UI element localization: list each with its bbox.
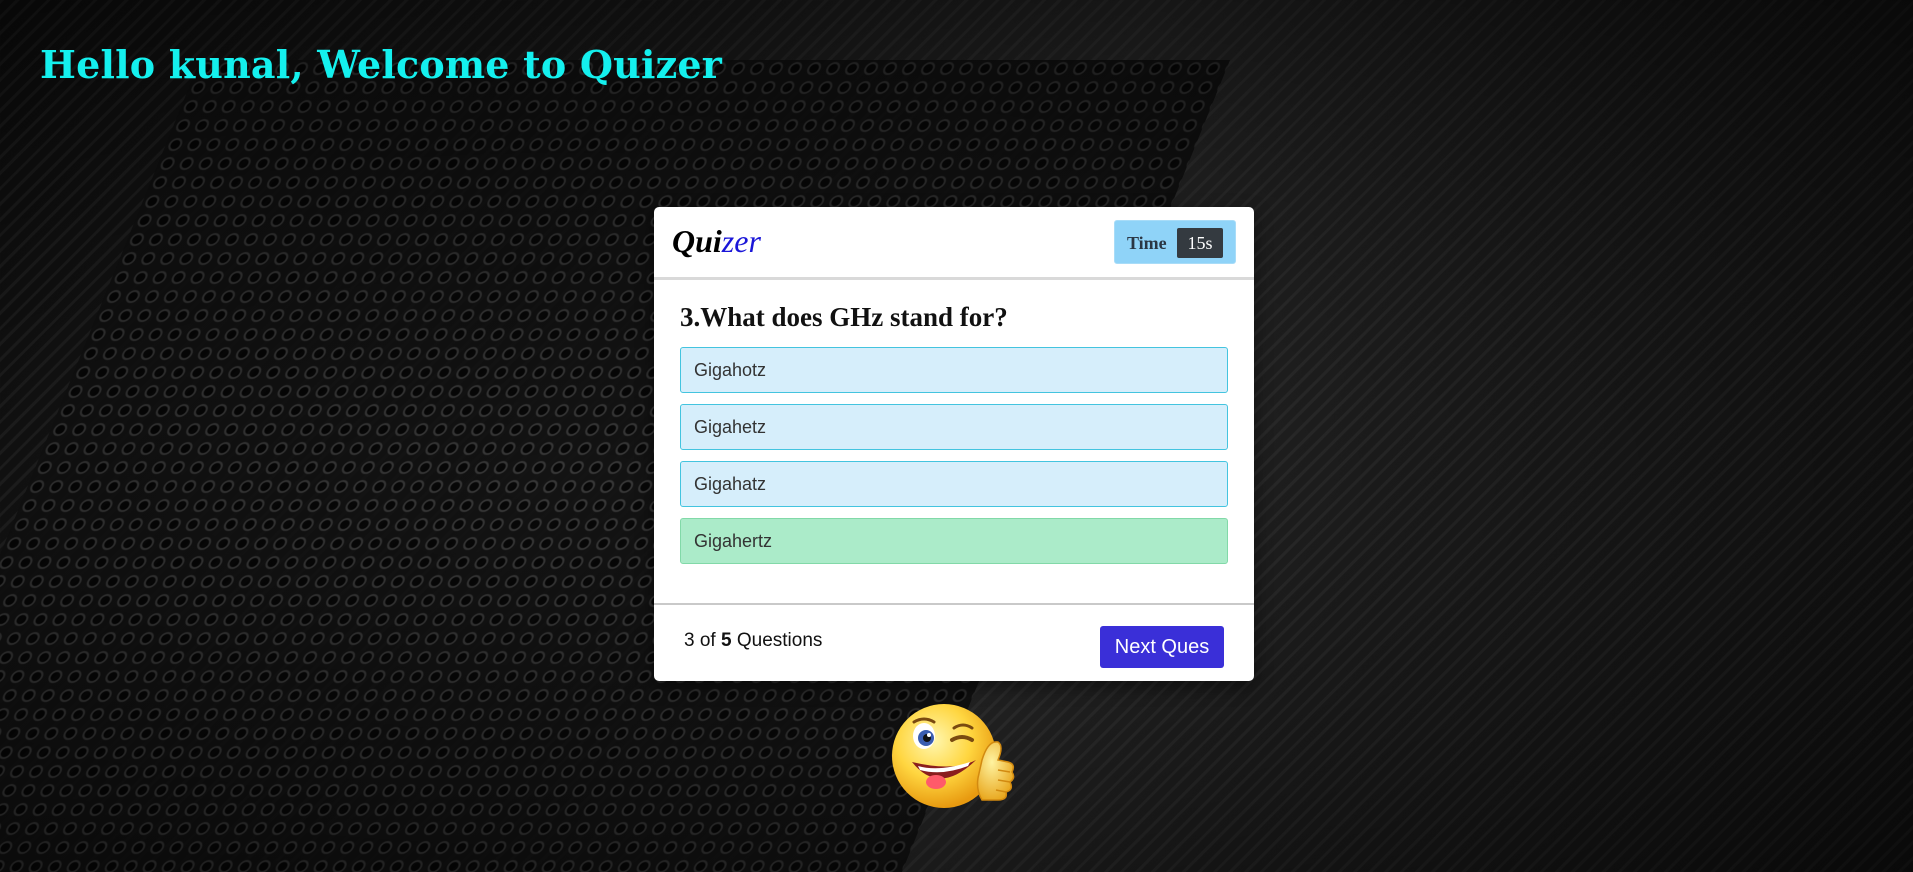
answer-option-1[interactable]: Gigahotz bbox=[680, 347, 1228, 393]
question-text: 3.What does GHz stand for? bbox=[680, 302, 1008, 332]
progress-total: 5 bbox=[721, 630, 732, 651]
brand-suffix: zer bbox=[721, 223, 761, 259]
brand-prefix: Qui bbox=[672, 223, 722, 259]
question-progress: 3 of 5 Questions bbox=[684, 630, 822, 652]
timer-box: Time 15s bbox=[1114, 220, 1236, 264]
progress-label: Questions bbox=[736, 630, 823, 651]
quiz-card-header: Quizer Time 15s bbox=[654, 207, 1254, 280]
quiz-card-footer: 3 of 5 Questions Next Ques bbox=[654, 603, 1254, 681]
progress-current: 3 bbox=[684, 630, 695, 651]
winking-thumbs-up-emoji-icon bbox=[892, 704, 1015, 808]
progress-of: of bbox=[699, 630, 716, 651]
answer-options: Gigahotz Gigahetz Gigahatz Gigahertz bbox=[680, 347, 1228, 575]
answer-option-4-correct[interactable]: Gigahertz bbox=[680, 518, 1228, 564]
welcome-heading: Hello kunal, Welcome to Quizer bbox=[40, 42, 722, 87]
timer-value: 15s bbox=[1177, 228, 1223, 258]
quiz-brand-logo: Quizer bbox=[672, 223, 761, 260]
quiz-card: Quizer Time 15s 3.What does GHz stand fo… bbox=[654, 207, 1254, 681]
next-question-button[interactable]: Next Ques bbox=[1100, 626, 1224, 668]
answer-option-2[interactable]: Gigahetz bbox=[680, 404, 1228, 450]
timer-label: Time bbox=[1127, 233, 1167, 253]
answer-option-3[interactable]: Gigahatz bbox=[680, 461, 1228, 507]
